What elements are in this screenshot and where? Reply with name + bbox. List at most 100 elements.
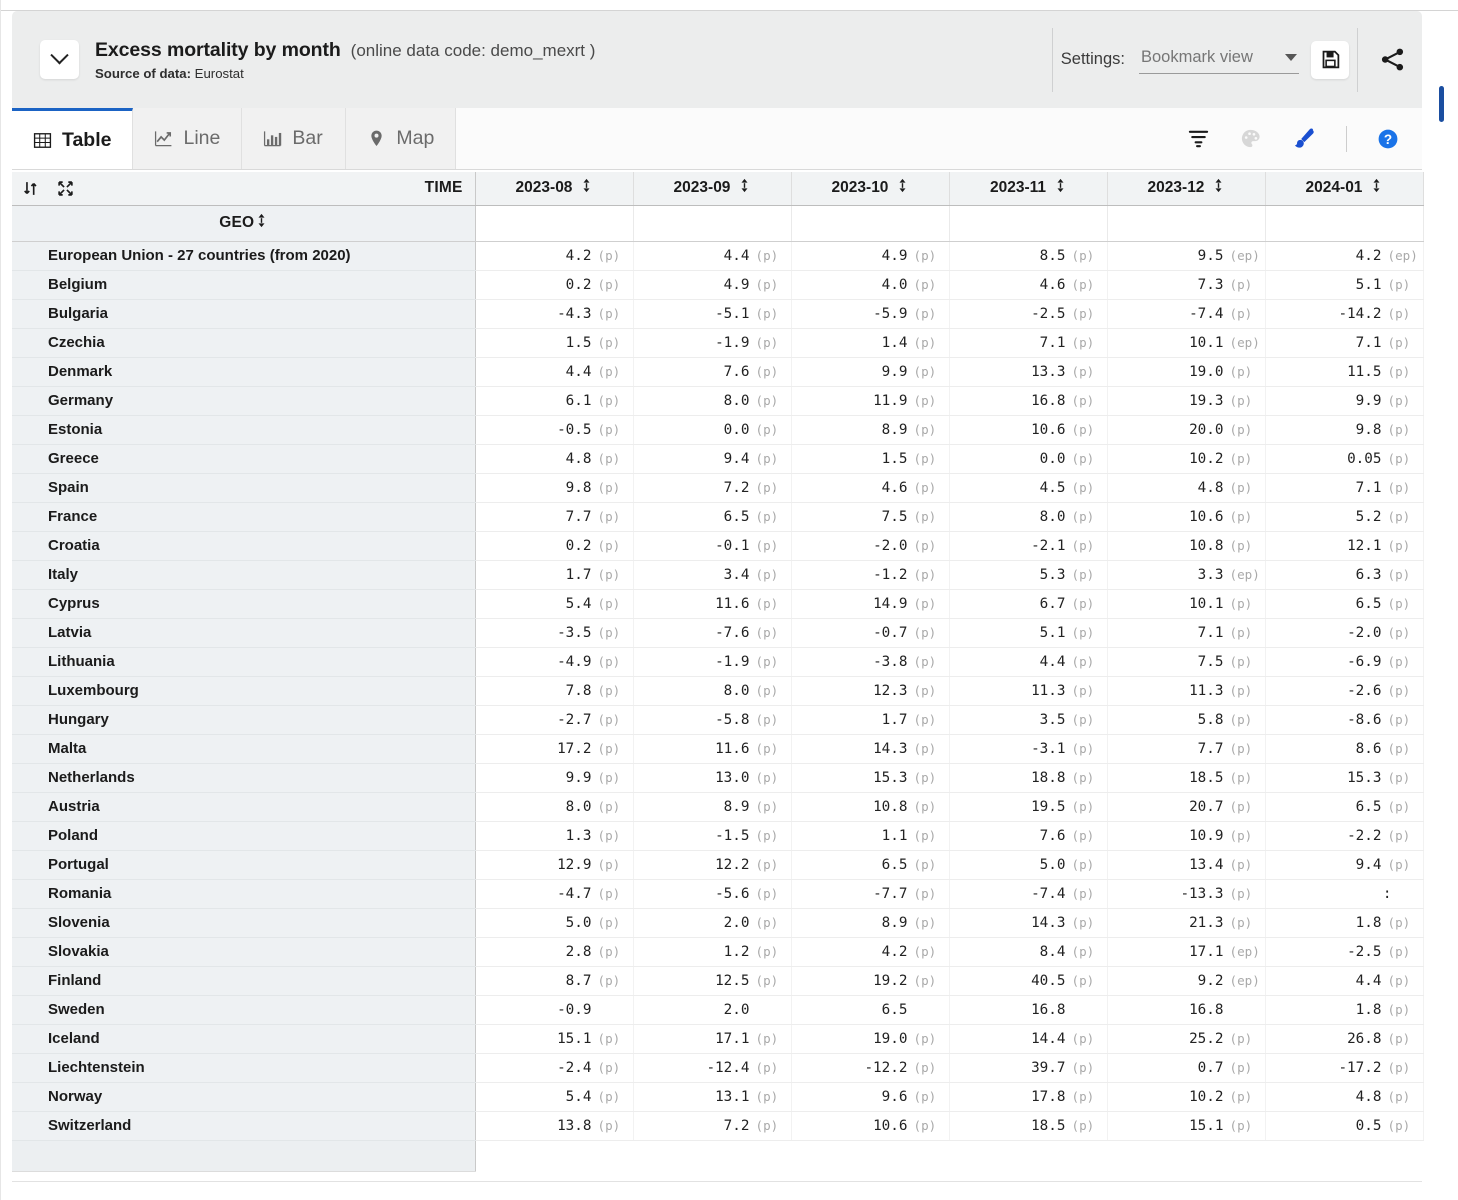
geo-row-label[interactable]: Portugal [12,850,476,880]
geo-row-label[interactable]: Liechtenstein [12,1053,476,1083]
data-cell[interactable]: 14.9 (p) [791,589,950,619]
data-cell[interactable]: 9.2 (ep) [1107,966,1266,996]
data-cell[interactable]: 13.0 (p) [633,763,792,793]
data-cell[interactable]: 6.1 (p) [475,386,634,416]
data-cell[interactable]: 7.6 (p) [949,821,1108,851]
data-cell[interactable]: 5.1 (p) [949,618,1108,648]
data-cell[interactable]: -4.3 (p) [475,299,634,329]
data-cell[interactable]: -0.7 (p) [791,618,950,648]
data-cell[interactable]: 4.4 (p) [949,647,1108,677]
data-cell[interactable]: 16.8 [1107,995,1266,1025]
filter-icon[interactable] [1187,127,1210,150]
data-cell[interactable]: 10.6 (p) [791,1111,950,1141]
data-cell[interactable]: 6.5 (p) [633,502,792,532]
data-cell[interactable]: -7.7 (p) [791,879,950,909]
data-cell[interactable]: 7.5 (p) [1107,647,1266,677]
data-cell[interactable]: 12.2 (p) [633,850,792,880]
column-header-2023-10[interactable]: 2023-10 [791,172,950,206]
data-cell[interactable]: 7.6 (p) [633,357,792,387]
column-header-2023-08[interactable]: 2023-08 [475,172,634,206]
geo-row-label[interactable]: Belgium [12,270,476,300]
data-cell[interactable]: 7.7 (p) [1107,734,1266,764]
data-cell[interactable]: 12.5 (p) [633,966,792,996]
data-cell[interactable]: -17.2 (p) [1265,1053,1424,1083]
data-cell[interactable]: -3.1 (p) [949,734,1108,764]
data-cell[interactable]: 1.7 (p) [791,705,950,735]
data-cell[interactable]: -3.8 (p) [791,647,950,677]
data-cell[interactable]: 5.3 (p) [949,560,1108,590]
data-cell[interactable]: 19.3 (p) [1107,386,1266,416]
data-cell[interactable]: 8.0 (p) [949,502,1108,532]
data-cell[interactable]: 11.5 (p) [1265,357,1424,387]
data-cell[interactable]: 9.6 (p) [791,1082,950,1112]
data-cell[interactable]: -2.4 (p) [475,1053,634,1083]
data-cell[interactable]: 3.4 (p) [633,560,792,590]
data-cell[interactable]: 7.3 (p) [1107,270,1266,300]
geo-dimension-header[interactable]: GEO [12,205,476,242]
data-cell[interactable]: 0.2 (p) [475,531,634,561]
data-cell[interactable]: 20.0 (p) [1107,415,1266,445]
data-cell[interactable]: 19.2 (p) [791,966,950,996]
geo-row-label[interactable]: France [12,502,476,532]
geo-row-label[interactable]: Czechia [12,328,476,358]
data-cell[interactable]: 4.5 (p) [949,473,1108,503]
bookmark-view-select[interactable]: Bookmark view [1139,46,1299,74]
data-cell[interactable]: 1.5 (p) [791,444,950,474]
data-cell[interactable]: 5.0 (p) [949,850,1108,880]
geo-row-label[interactable]: Greece [12,444,476,474]
data-cell[interactable]: -0.1 (p) [633,531,792,561]
data-cell[interactable]: 6.7 (p) [949,589,1108,619]
geo-row-label[interactable]: Norway [12,1082,476,1112]
data-cell[interactable]: 9.4 (p) [633,444,792,474]
data-cell[interactable]: 40.5 (p) [949,966,1108,996]
help-icon[interactable]: ? [1376,127,1400,151]
data-cell[interactable]: 4.2 (p) [791,937,950,967]
geo-row-label[interactable]: Hungary [12,705,476,735]
data-cell[interactable]: 1.7 (p) [475,560,634,590]
data-cell[interactable]: 2.0 (p) [633,908,792,938]
data-cell[interactable]: -0.9 [475,995,634,1025]
data-cell[interactable]: 9.9 (p) [475,763,634,793]
data-cell[interactable]: 9.4 (p) [1265,850,1424,880]
data-cell[interactable]: 1.1 (p) [791,821,950,851]
sort-updown-icon[interactable] [22,180,39,197]
data-cell[interactable]: 10.2 (p) [1107,444,1266,474]
data-cell[interactable]: 1.5 (p) [475,328,634,358]
data-cell[interactable]: 10.1 (ep) [1107,328,1266,358]
geo-row-label[interactable]: Romania [12,879,476,909]
data-cell[interactable]: 10.9 (p) [1107,821,1266,851]
data-cell[interactable]: -1.5 (p) [633,821,792,851]
geo-row-label[interactable]: Netherlands [12,763,476,793]
data-cell[interactable]: 8.0 (p) [475,792,634,822]
data-cell[interactable]: 4.9 (p) [791,241,950,271]
data-cell[interactable]: -2.5 (p) [1265,937,1424,967]
data-cell[interactable]: 4.8 (p) [1107,473,1266,503]
tab-map[interactable]: Map [346,108,457,169]
data-cell[interactable]: 26.8 (p) [1265,1024,1424,1054]
data-cell[interactable]: 19.5 (p) [949,792,1108,822]
data-cell[interactable]: 1.4 (p) [791,328,950,358]
data-cell[interactable]: 0.0 (p) [633,415,792,445]
data-cell[interactable]: 14.3 (p) [791,734,950,764]
tab-line[interactable]: Line [133,108,243,169]
data-cell[interactable]: 6.5 (p) [1265,589,1424,619]
data-cell[interactable]: 4.8 (p) [1265,1082,1424,1112]
data-cell[interactable]: 8.9 (p) [791,908,950,938]
data-cell[interactable]: 20.7 (p) [1107,792,1266,822]
geo-row-label[interactable]: European Union - 27 countries (from 2020… [12,241,476,271]
data-cell[interactable]: -12.2 (p) [791,1053,950,1083]
data-cell[interactable]: 11.6 (p) [633,589,792,619]
data-cell[interactable]: 10.2 (p) [1107,1082,1266,1112]
palette-icon[interactable] [1239,127,1262,150]
data-cell[interactable]: 12.1 (p) [1265,531,1424,561]
data-cell[interactable]: -2.1 (p) [949,531,1108,561]
data-cell[interactable]: 5.4 (p) [475,1082,634,1112]
data-cell[interactable]: 11.6 (p) [633,734,792,764]
data-cell[interactable]: 1.8 (p) [1265,995,1424,1025]
geo-row-label[interactable]: Estonia [12,415,476,445]
data-cell[interactable]: -2.0 (p) [791,531,950,561]
tab-bar[interactable]: Bar [242,108,347,169]
geo-row-label[interactable]: Malta [12,734,476,764]
data-cell[interactable]: 7.2 (p) [633,1111,792,1141]
data-cell[interactable]: 13.8 (p) [475,1111,634,1141]
